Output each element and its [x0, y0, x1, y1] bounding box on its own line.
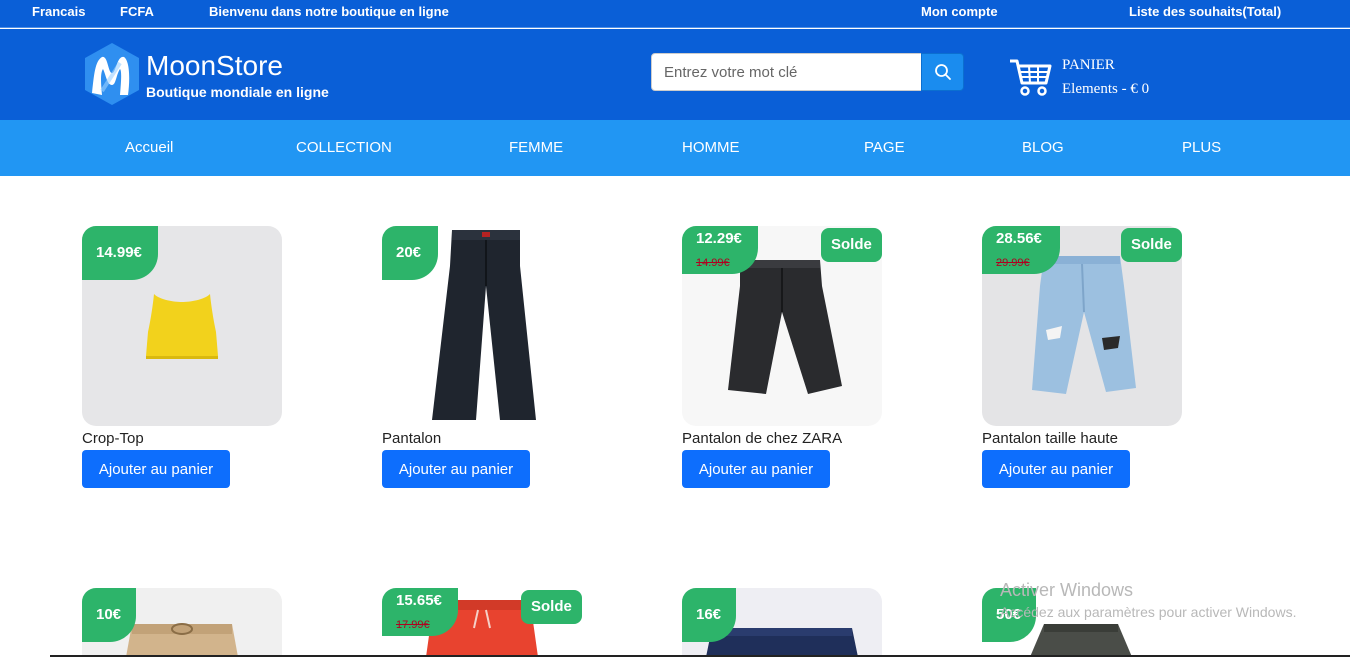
cart-icon[interactable]: [1008, 57, 1052, 97]
language-selector[interactable]: Francais: [32, 4, 85, 19]
main-nav: Accueil COLLECTION FEMME HOMME PAGE BLOG…: [0, 120, 1350, 176]
price-tag: 15.65€ 17.99€: [382, 588, 458, 636]
wishlist-link[interactable]: Liste des souhaits(Total): [1129, 4, 1281, 19]
product-name[interactable]: Pantalon taille haute: [982, 430, 1118, 447]
windows-activation-title: Activer Windows: [1000, 580, 1134, 600]
price: 20€: [396, 244, 422, 261]
nav-item-homme[interactable]: HOMME: [682, 139, 740, 156]
search-input[interactable]: [651, 53, 922, 91]
currency-selector[interactable]: FCFA: [120, 4, 154, 19]
price: 10€: [96, 606, 122, 623]
price: 16€: [696, 606, 722, 623]
old-price: 29.99€: [996, 257, 1030, 269]
sale-badge: Solde: [1121, 228, 1182, 262]
add-to-cart-button[interactable]: Ajouter au panier: [82, 450, 230, 488]
sale-badge: Solde: [521, 590, 582, 624]
price: 28.56€: [996, 230, 1042, 247]
nav-item-accueil[interactable]: Accueil: [125, 139, 173, 156]
price: 14.99€: [96, 244, 142, 261]
price-tag: 28.56€ 29.99€: [982, 226, 1060, 274]
nav-item-blog[interactable]: BLOG: [1022, 139, 1064, 156]
windows-activation-text: Accédez aux paramètres pour activer Wind…: [1000, 604, 1297, 620]
moonstore-logo-icon[interactable]: [82, 41, 142, 107]
welcome-text: Bienvenu dans notre boutique en ligne: [209, 4, 449, 19]
price-tag: 12.29€ 14.99€: [682, 226, 758, 274]
price-tag: 14.99€: [82, 226, 158, 280]
cart-title[interactable]: PANIER: [1062, 57, 1115, 74]
header: MoonStore Boutique mondiale en ligne PAN…: [0, 29, 1350, 120]
price-tag: 10€: [82, 588, 136, 642]
nav-item-page[interactable]: PAGE: [864, 139, 905, 156]
cart-count: Elements - € 0: [1062, 81, 1150, 97]
old-price: 17.99€: [396, 619, 430, 631]
old-price: 14.99€: [696, 257, 730, 269]
top-bar: Francais FCFA Bienvenu dans notre boutiq…: [0, 0, 1350, 28]
account-link[interactable]: Mon compte: [921, 4, 998, 19]
brand-tagline: Boutique mondiale en ligne: [146, 84, 329, 100]
product-name[interactable]: Pantalon de chez ZARA: [682, 430, 842, 447]
brand-name[interactable]: MoonStore: [146, 50, 283, 82]
price-tag: 20€: [382, 226, 438, 280]
product-name[interactable]: Pantalon: [382, 430, 441, 447]
nav-item-femme[interactable]: FEMME: [509, 139, 563, 156]
search-icon: [934, 64, 951, 80]
add-to-cart-button[interactable]: Ajouter au panier: [682, 450, 830, 488]
add-to-cart-button[interactable]: Ajouter au panier: [982, 450, 1130, 488]
product-name[interactable]: Crop-Top: [82, 430, 144, 447]
nav-item-collection[interactable]: COLLECTION: [296, 139, 392, 156]
nav-item-plus[interactable]: PLUS: [1182, 139, 1221, 156]
price: 15.65€: [396, 592, 442, 609]
price: 12.29€: [696, 230, 742, 247]
add-to-cart-button[interactable]: Ajouter au panier: [382, 450, 530, 488]
sale-badge: Solde: [821, 228, 882, 262]
price-tag: 16€: [682, 588, 736, 642]
search-button[interactable]: [921, 53, 964, 91]
